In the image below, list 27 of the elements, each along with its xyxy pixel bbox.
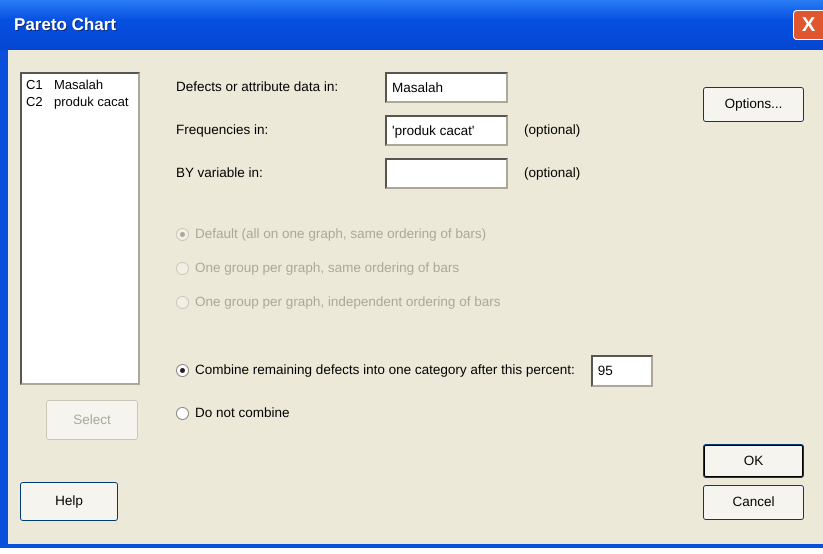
radio-label: Combine remaining defects into one category after this percent: xyxy=(195,361,575,380)
input-field[interactable]: Masalah xyxy=(385,72,508,103)
column-name: produk cacat xyxy=(54,93,128,110)
help-button[interactable]: Help xyxy=(20,482,118,521)
radio-label: Do not combine xyxy=(195,404,290,422)
optional-note: (optional) xyxy=(524,121,580,140)
optional-note: (optional) xyxy=(524,164,580,182)
radio-label: Default (all on one graph, same ordering of bars) xyxy=(195,224,486,243)
column-id: C2 xyxy=(26,93,44,110)
variable-list[interactable]: C1 Masalah C2 produk cacat xyxy=(20,72,140,385)
column-id: C1 xyxy=(26,76,44,93)
close-button[interactable]: X xyxy=(793,10,823,40)
input-field[interactable]: 'produk cacat' xyxy=(385,115,508,146)
field-label: BY variable in: xyxy=(176,164,264,182)
cancel-button[interactable]: Cancel xyxy=(703,485,804,520)
ok-button[interactable]: OK xyxy=(703,444,804,478)
input-field[interactable] xyxy=(385,158,508,189)
radio-button[interactable] xyxy=(176,407,189,420)
radio-label: One group per graph, same ordering of bars xyxy=(195,258,460,277)
options-button[interactable]: Options... xyxy=(703,87,804,122)
field-label: Frequencies in: xyxy=(176,121,270,140)
radio-button[interactable] xyxy=(176,364,189,377)
field-label: Defects or attribute data in: xyxy=(176,78,340,96)
column-name: Masalah xyxy=(54,76,104,93)
window-title: Pareto Chart xyxy=(14,14,116,36)
radio-label: One group per graph, independent ordering of bars xyxy=(195,292,500,311)
percent-field[interactable]: 95 xyxy=(590,354,653,386)
